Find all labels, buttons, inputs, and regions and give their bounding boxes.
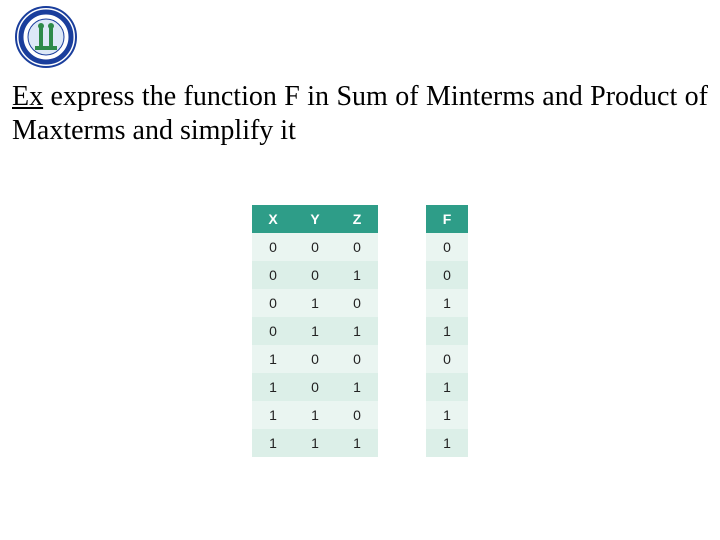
col-header-f: F: [426, 205, 468, 233]
table-row: 0 1 1 1: [252, 317, 468, 345]
cell-f: 1: [426, 429, 468, 457]
problem-statement: Ex express the function F in Sum of Mint…: [12, 80, 708, 148]
cell-x: 0: [252, 261, 294, 289]
table-row: 0 1 0 1: [252, 289, 468, 317]
cell-f: 1: [426, 317, 468, 345]
cell-y: 1: [294, 317, 336, 345]
cell-y: 1: [294, 401, 336, 429]
truth-table: X Y Z F 0 0 0 0 0 0 1: [252, 205, 468, 457]
cell-spacer: [378, 233, 426, 261]
cell-z: 0: [336, 233, 378, 261]
cell-z: 0: [336, 345, 378, 373]
cell-z: 1: [336, 373, 378, 401]
table-row: 0 0 0 0: [252, 233, 468, 261]
university-logo: [15, 6, 77, 68]
cell-x: 1: [252, 373, 294, 401]
cell-y: 1: [294, 289, 336, 317]
table-header-row: X Y Z F: [252, 205, 468, 233]
cell-f: 1: [426, 289, 468, 317]
cell-x: 1: [252, 429, 294, 457]
cell-f: 1: [426, 373, 468, 401]
cell-spacer: [378, 429, 426, 457]
cell-spacer: [378, 289, 426, 317]
cell-y: 0: [294, 233, 336, 261]
truth-table-container: X Y Z F 0 0 0 0 0 0 1: [0, 205, 720, 457]
cell-f: 0: [426, 345, 468, 373]
table-row: 1 0 0 0: [252, 345, 468, 373]
cell-f: 0: [426, 233, 468, 261]
cell-z: 1: [336, 317, 378, 345]
slide: Ex express the function F in Sum of Mint…: [0, 0, 720, 540]
cell-spacer: [378, 317, 426, 345]
cell-y: 0: [294, 261, 336, 289]
cell-x: 1: [252, 345, 294, 373]
cell-y: 1: [294, 429, 336, 457]
cell-x: 1: [252, 401, 294, 429]
cell-f: 0: [426, 261, 468, 289]
problem-text: express the function F in Sum of Minterm…: [12, 81, 708, 146]
cell-spacer: [378, 373, 426, 401]
col-header-x: X: [252, 205, 294, 233]
table-row: 1 1 1 1: [252, 429, 468, 457]
cell-spacer: [378, 261, 426, 289]
label-ex: Ex: [12, 81, 43, 112]
table-row: 1 1 0 1: [252, 401, 468, 429]
cell-x: 0: [252, 317, 294, 345]
cell-spacer: [378, 345, 426, 373]
col-header-z: Z: [336, 205, 378, 233]
cell-z: 0: [336, 401, 378, 429]
cell-z: 0: [336, 289, 378, 317]
col-header-y: Y: [294, 205, 336, 233]
cell-z: 1: [336, 261, 378, 289]
cell-z: 1: [336, 429, 378, 457]
cell-f: 1: [426, 401, 468, 429]
table-row: 1 0 1 1: [252, 373, 468, 401]
col-spacer: [378, 205, 426, 233]
table-row: 0 0 1 0: [252, 261, 468, 289]
cell-spacer: [378, 401, 426, 429]
cell-y: 0: [294, 345, 336, 373]
cell-y: 0: [294, 373, 336, 401]
cell-x: 0: [252, 289, 294, 317]
cell-x: 0: [252, 233, 294, 261]
